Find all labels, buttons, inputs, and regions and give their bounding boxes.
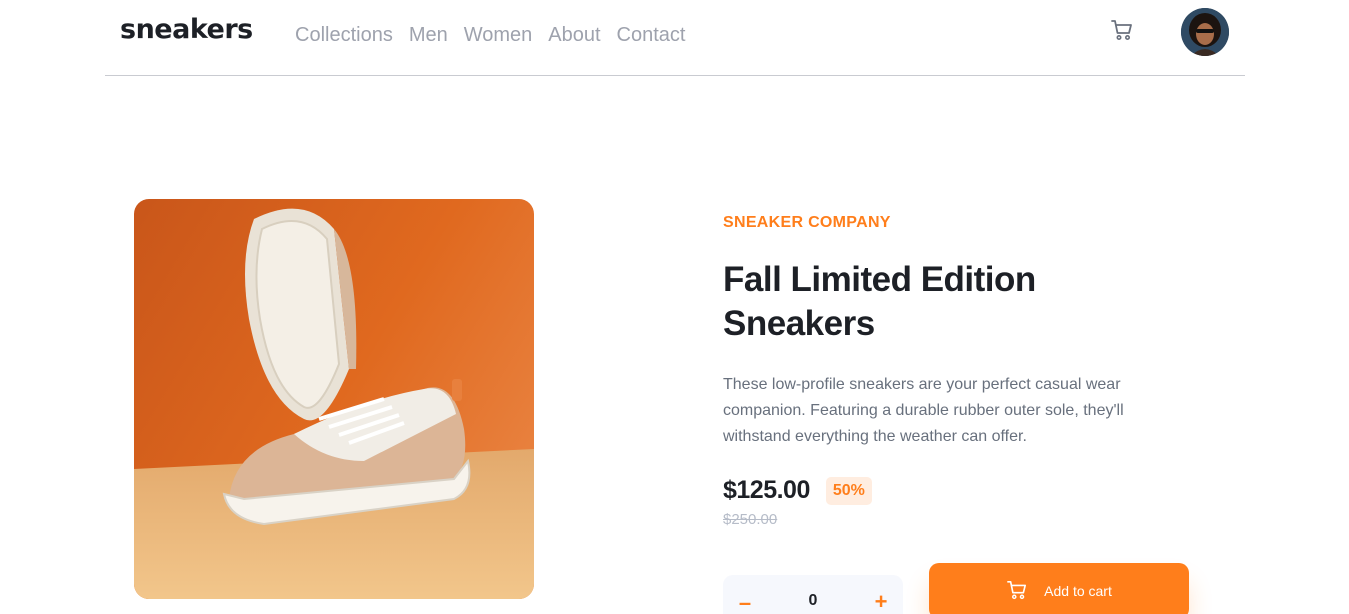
avatar[interactable] [1181, 8, 1229, 56]
product-details: SNEAKER COMPANY Fall Limited Edition Sne… [723, 214, 1193, 528]
company-name: SNEAKER COMPANY [723, 214, 891, 231]
main-nav: Collections Men Women About Contact [295, 24, 685, 47]
logo[interactable]: sneakers [120, 14, 253, 45]
plus-icon[interactable]: + [873, 590, 889, 614]
cart-icon [1006, 580, 1028, 603]
quantity-stepper: – 0 + [723, 575, 903, 614]
nav-link-women[interactable]: Women [464, 24, 533, 47]
nav-link-men[interactable]: Men [409, 24, 448, 47]
nav-link-collections[interactable]: Collections [295, 24, 393, 47]
site-header: sneakers Collections Men Women About Con… [105, 0, 1245, 76]
add-to-cart-button[interactable]: Add to cart [929, 563, 1189, 614]
minus-icon[interactable]: – [737, 591, 753, 614]
product-title-line1: Fall Limited Edition [723, 260, 1036, 299]
product-title: Fall Limited Edition Sneakers [723, 258, 1193, 346]
product-description: These low-profile sneakers are your perf… [723, 376, 1124, 445]
nav-link-contact[interactable]: Contact [617, 24, 686, 47]
original-price: $250.00 [723, 511, 778, 528]
product-title-line2: Sneakers [723, 304, 875, 343]
current-price: $125.00 [723, 476, 810, 504]
discount-badge: 50% [825, 476, 872, 505]
price-row: $125.00 50% [723, 476, 1193, 505]
nav-link-about[interactable]: About [548, 24, 600, 47]
cart-icon[interactable] [1110, 18, 1134, 42]
add-to-cart-label: Add to cart [1044, 583, 1112, 599]
product-image[interactable] [134, 199, 534, 599]
